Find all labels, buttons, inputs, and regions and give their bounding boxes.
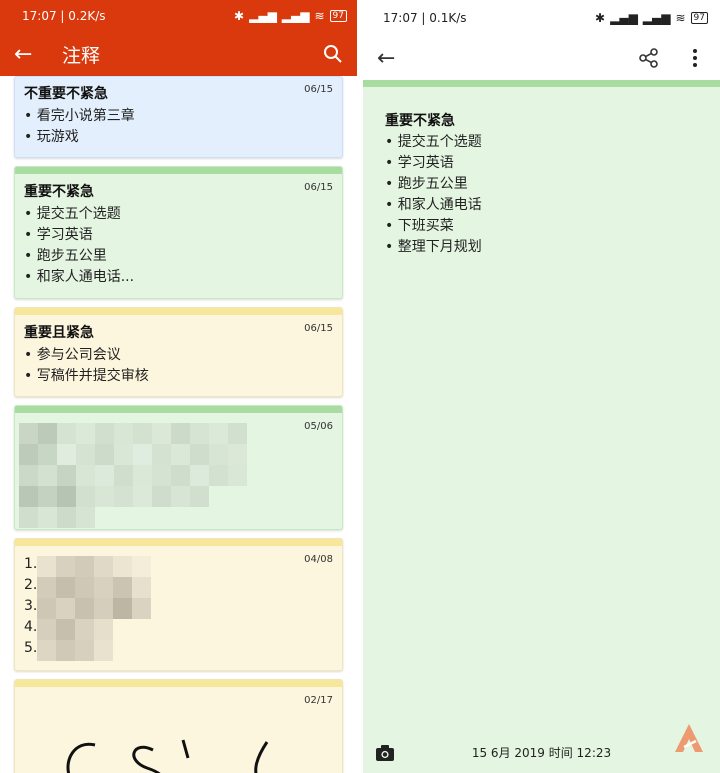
note-line: • 参与公司会议 xyxy=(24,347,121,363)
blurred-content xyxy=(37,556,151,661)
note-line: • 提交五个选题 xyxy=(385,134,482,150)
note-line: • 学习英语 xyxy=(385,155,454,171)
list-number: 4. xyxy=(24,619,38,635)
note-line: • 跑步五公里 xyxy=(24,248,107,264)
note-date: 02/17 xyxy=(304,695,333,706)
note-card[interactable]: 05/06 xyxy=(14,405,343,530)
more-vert-icon[interactable] xyxy=(684,47,706,69)
note-color-band xyxy=(15,680,342,687)
note-color-band xyxy=(15,308,342,315)
note-timestamp: 15 6月 2019 时间 12:23 xyxy=(471,746,612,760)
blurred-content xyxy=(19,423,247,528)
note-date: 05/06 xyxy=(304,421,333,432)
note-line: • 玩游戏 xyxy=(24,129,79,145)
watermark-logo-icon xyxy=(675,724,703,752)
note-card[interactable]: 重要不紧急 06/15 • 提交五个选题 • 学习英语 • 跑步五公里 • 和家… xyxy=(14,166,343,299)
note-card[interactable]: 不重要不紧急 06/15 • 看完小说第三章 • 玩游戏 xyxy=(14,76,343,158)
handwriting-sketch xyxy=(66,739,269,773)
page-title: 注释 xyxy=(62,44,101,67)
note-date: 06/15 xyxy=(304,182,333,193)
list-number: 2. xyxy=(24,577,38,593)
note-color-band xyxy=(15,167,342,174)
note-title: 重要不紧急 xyxy=(385,113,455,129)
camera-icon[interactable] xyxy=(375,744,395,762)
note-footer: 15 6月 2019 时间 12:23 xyxy=(363,732,720,773)
status-bar: 17:07 | 0.2K/s ✱ ▂▄▆ ▂▄▆ ≋ 97 xyxy=(0,0,357,32)
signal-icon-2: ▂▄▆ xyxy=(281,9,310,23)
app-bar: ← 注释 xyxy=(0,32,357,76)
note-title: 不重要不紧急 xyxy=(24,86,108,102)
wifi-icon: ≋ xyxy=(314,9,325,23)
note-line: • 和家人通电话 xyxy=(385,197,482,213)
note-card[interactable]: 04/08 1. 2. 3. 4. 5. xyxy=(14,538,343,671)
note-line: • 和家人通电话... xyxy=(24,269,135,285)
back-arrow-icon[interactable]: ← xyxy=(14,42,50,67)
note-title: 重要且紧急 xyxy=(24,325,94,341)
note-date: 04/08 xyxy=(304,554,333,565)
note-line: • 提交五个选题 xyxy=(24,206,121,222)
note-line: • 跑步五公里 xyxy=(385,176,468,192)
battery-icon: 97 xyxy=(690,12,708,24)
note-title: 重要不紧急 xyxy=(24,184,94,200)
list-number: 5. xyxy=(24,640,38,656)
note-detail-screen: 17:07 | 0.1K/s ✱ ▂▄▆ ▂▄▆ ≋ 97 ← 重要不紧急 • … xyxy=(363,0,720,773)
note-card[interactable]: 02/17 xyxy=(14,679,343,773)
status-time: 17:07 | 0.1K/s xyxy=(383,11,467,25)
note-date: 06/15 xyxy=(304,84,333,95)
note-color-band xyxy=(15,406,342,413)
share-icon[interactable] xyxy=(638,47,660,69)
list-number: 3. xyxy=(24,598,38,614)
signal-icon: ▂▄▆ xyxy=(249,9,277,23)
bluetooth-icon: ✱ xyxy=(234,9,245,23)
signal-icon: ▂▄▆ xyxy=(610,11,638,25)
battery-icon: 97 xyxy=(329,10,347,22)
list-number: 1. xyxy=(24,556,38,572)
note-card[interactable]: 重要且紧急 06/15 • 参与公司会议 • 写稿件并提交审核 xyxy=(14,307,343,397)
bluetooth-icon: ✱ xyxy=(595,11,606,25)
wifi-icon: ≋ xyxy=(675,11,686,25)
note-line: • 写稿件并提交审核 xyxy=(24,368,149,384)
note-line: • 看完小说第三章 xyxy=(24,108,135,124)
status-time: 17:07 | 0.2K/s xyxy=(22,9,106,23)
search-icon[interactable] xyxy=(323,44,343,64)
note-line: • 整理下月规划 xyxy=(385,239,482,255)
note-date: 06/15 xyxy=(304,323,333,334)
note-editor[interactable]: 重要不紧急 • 提交五个选题 • 学习英语 • 跑步五公里 • 和家人通电话 •… xyxy=(363,80,720,732)
back-arrow-icon[interactable]: ← xyxy=(377,46,407,71)
note-line: • 下班买菜 xyxy=(385,218,454,234)
status-icons: ✱ ▂▄▆ ▂▄▆ ≋ 97 xyxy=(595,11,708,25)
note-color-band xyxy=(15,539,342,546)
status-icons: ✱ ▂▄▆ ▂▄▆ ≋ 97 xyxy=(234,9,347,23)
note-line: • 学习英语 xyxy=(24,227,93,243)
status-bar: 17:07 | 0.1K/s ✱ ▂▄▆ ▂▄▆ ≋ 97 xyxy=(363,0,720,36)
toolbar: ← xyxy=(363,36,720,80)
notes-list-screen: 17:07 | 0.2K/s ✱ ▂▄▆ ▂▄▆ ≋ 97 ← 注释 不重要不紧… xyxy=(0,0,357,773)
note-color-band xyxy=(363,80,720,87)
signal-icon-2: ▂▄▆ xyxy=(642,11,671,25)
